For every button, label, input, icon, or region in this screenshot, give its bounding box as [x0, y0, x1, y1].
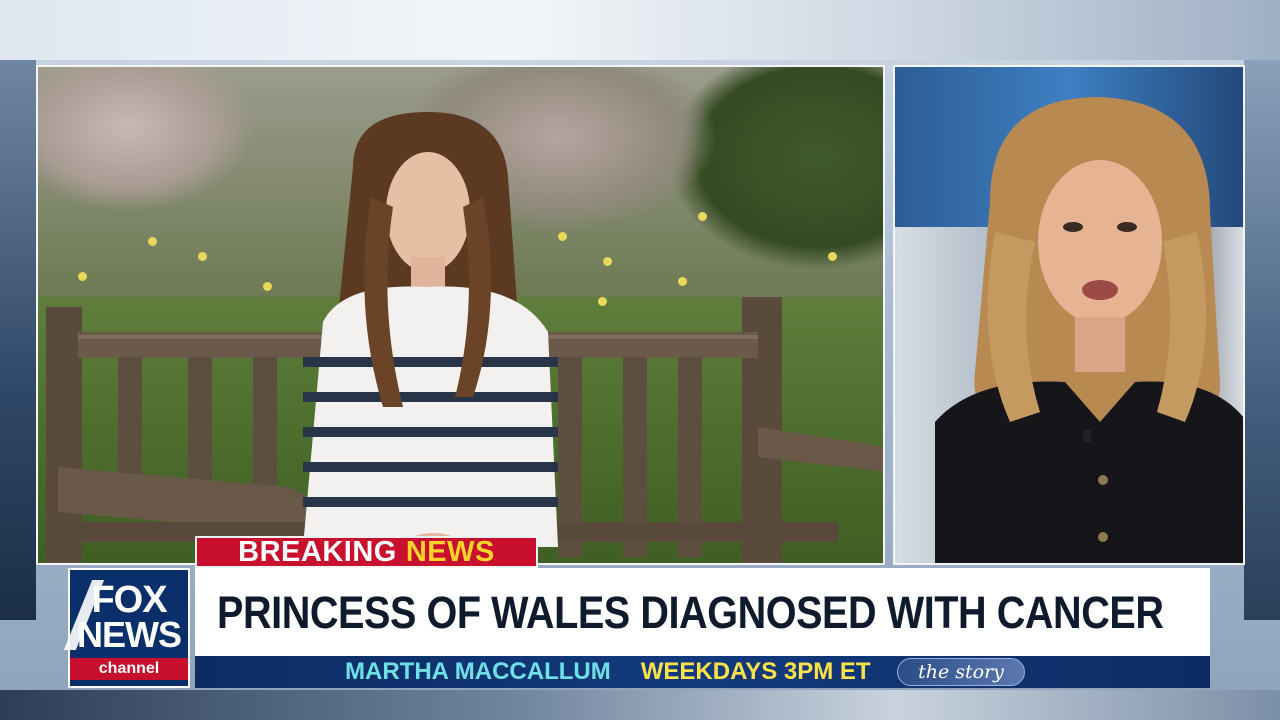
- studio-floor: [0, 690, 1280, 720]
- headline-bar: PRINCESS OF WALES DIAGNOSED WITH CANCER: [195, 568, 1210, 658]
- studio-left-wall: [0, 60, 36, 620]
- anchor-name: MARTHA MACCALLUM: [345, 658, 611, 685]
- headline-text: PRINCESS OF WALES DIAGNOSED WITH CANCER: [217, 587, 1164, 638]
- daffodil: [603, 257, 612, 266]
- breaking-label: BREAKING: [238, 535, 397, 568]
- daffodil: [148, 237, 157, 246]
- news-anchor: [935, 92, 1243, 563]
- studio-right-wall: [1244, 60, 1280, 620]
- ticker-bar: MARTHA MACCALLUM WEEKDAYS 3PM ET: [195, 656, 1210, 688]
- video-panel-right: [893, 65, 1245, 565]
- show-timeslot: WEEKDAYS 3PM ET: [640, 658, 871, 685]
- daffodil: [263, 282, 272, 291]
- show-logo-text: the story: [918, 661, 1004, 683]
- video-panel-left: [36, 65, 885, 565]
- logo-line-2: NEWS: [77, 614, 182, 655]
- breaking-news-banner: BREAKING NEWS: [195, 536, 538, 568]
- daffodil: [198, 252, 207, 261]
- network-logo: FOX NEWS channel: [63, 568, 190, 688]
- logo-line-3: channel: [70, 658, 188, 680]
- person-seated-on-bench: [283, 107, 573, 563]
- studio-top-light: [0, 0, 1280, 60]
- logo-line-1: FOX: [91, 579, 167, 621]
- daffodil: [78, 272, 87, 281]
- news-label: NEWS: [405, 535, 495, 568]
- daffodil: [698, 212, 707, 221]
- show-logo: the story: [897, 658, 1025, 686]
- daffodil: [828, 252, 837, 261]
- daffodil: [678, 277, 687, 286]
